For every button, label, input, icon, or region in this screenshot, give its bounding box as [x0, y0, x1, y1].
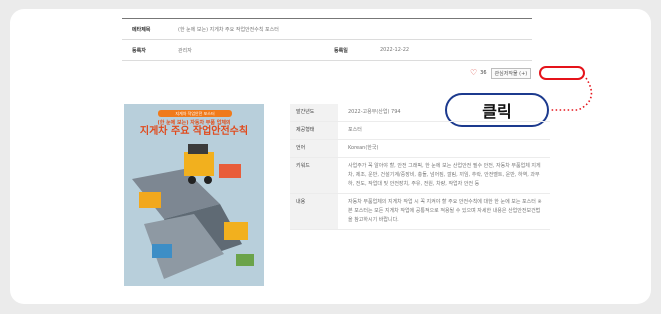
poster-subtitle: (한 눈에 보는) 자동차 부품 업체의: [157, 120, 231, 126]
info-label: 제공형태: [290, 122, 338, 139]
info-label: 언어: [290, 140, 338, 157]
info-value: Korean(한국): [348, 145, 379, 151]
poster-title: 지게차 주요 작업안전수칙: [139, 126, 249, 137]
info-row-year: 발간년도 2022-고용부(산업) 794: [290, 104, 550, 122]
info-value: 사업주가 꼭 알아야 할, 안전 그래픽, 한 눈에 보는 산업안전 필수 안전…: [348, 163, 541, 187]
info-value: 포스터: [348, 127, 362, 133]
info-value: 2022-고용부(산업) 794: [348, 109, 401, 115]
info-label: 내용: [290, 194, 338, 229]
info-row-language: 언어 Korean(한국): [290, 140, 550, 158]
info-value: 자동차 부품업체의 지게차 작업 시 꼭 지켜야 할 주요 안전수칙에 대한 한…: [348, 199, 542, 223]
info-row-keywords: 키워드 사업주가 꼭 알아야 할, 안전 그래픽, 한 눈에 보는 산업안전 필…: [290, 158, 550, 194]
info-row-format: 제공형태 포스터: [290, 122, 550, 140]
info-table: 발간년도 2022-고용부(산업) 794 제공형태 포스터 언어 Korean…: [290, 104, 550, 230]
poster-thumbnail[interactable]: 지게차 작업안전 포스터 (한 눈에 보는) 자동차 부품 업체의 지게차 주요…: [124, 104, 264, 286]
info-row-content: 내용 자동차 부품업체의 지게차 작업 시 꼭 지켜야 할 주요 안전수칙에 대…: [290, 194, 550, 230]
info-label: 발간년도: [290, 104, 338, 121]
info-label: 키워드: [290, 158, 338, 193]
poster-banner: 지게차 작업안전 포스터: [158, 110, 232, 117]
